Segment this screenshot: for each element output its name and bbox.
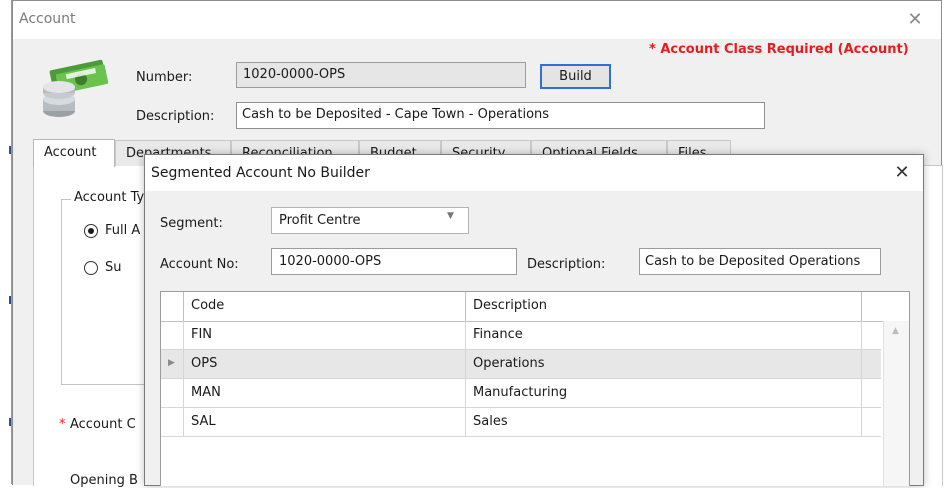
account-titlebar: Account ✕ <box>13 1 941 39</box>
close-icon[interactable]: ✕ <box>903 8 927 32</box>
column-header-description[interactable]: Description <box>466 292 862 321</box>
segment-select[interactable]: Profit Centre <box>271 207 469 234</box>
account-no-field[interactable]: 1020-0000-OPS <box>271 248 517 275</box>
segment-label: Segment: <box>160 216 223 231</box>
required-marker: * <box>59 417 66 432</box>
edge-marker <box>9 418 11 426</box>
description-cell[interactable]: Manufacturing <box>466 379 862 407</box>
row-indicator <box>161 379 184 407</box>
sub-account-radio[interactable] <box>84 261 98 275</box>
header-indicator-cell <box>161 292 184 321</box>
column-header-code[interactable]: Code <box>184 292 466 321</box>
money-icon <box>43 59 109 117</box>
dialog-titlebar: Segmented Account No Builder ✕ <box>145 155 923 191</box>
tab-account[interactable]: Account <box>33 139 115 167</box>
window-title: Account <box>19 11 76 27</box>
full-account-radio[interactable] <box>84 224 98 238</box>
number-field[interactable]: 1020-0000-OPS <box>236 62 526 88</box>
grid-header: Code Description <box>161 292 909 322</box>
table-row[interactable]: ▶ OPS Operations <box>161 350 881 379</box>
dialog-title: Segmented Account No Builder <box>151 165 370 181</box>
account-class-label: Account C <box>70 417 136 432</box>
code-cell[interactable]: MAN <box>184 379 466 407</box>
segment-grid: Code Description FIN Finance ▶ OPS Opera… <box>160 291 910 486</box>
code-cell[interactable]: SAL <box>184 408 466 436</box>
segment-builder-dialog: Segmented Account No Builder ✕ Segment: … <box>144 154 924 486</box>
chevron-down-icon[interactable]: ▼ <box>447 211 454 221</box>
table-row[interactable]: FIN Finance <box>161 321 881 350</box>
sub-account-label: Su <box>105 260 122 275</box>
build-button[interactable]: Build <box>540 64 611 89</box>
table-row[interactable]: SAL Sales <box>161 408 881 437</box>
current-row-icon: ▶ <box>168 358 175 368</box>
row-indicator: ▶ <box>161 350 184 378</box>
description-cell[interactable]: Finance <box>466 321 862 349</box>
background-window-edge <box>0 0 12 484</box>
number-label: Number: <box>136 70 193 85</box>
code-cell[interactable]: OPS <box>184 350 466 378</box>
dialog-description-field[interactable]: Cash to be Deposited Operations <box>639 248 881 275</box>
close-icon[interactable]: ✕ <box>890 161 914 185</box>
grid-scrollbar[interactable]: ▲ <box>883 321 909 486</box>
description-label: Description: <box>136 109 215 124</box>
dialog-description-label: Description: <box>527 257 606 272</box>
description-cell[interactable]: Sales <box>466 408 862 436</box>
full-account-label: Full A <box>105 223 141 238</box>
opening-balance-label: Opening B <box>70 473 138 488</box>
row-indicator <box>161 408 184 436</box>
row-indicator <box>161 321 184 349</box>
code-cell[interactable]: FIN <box>184 321 466 349</box>
account-class-warning: * Account Class Required (Account) <box>649 42 909 57</box>
description-cell[interactable]: Operations <box>466 350 862 378</box>
scroll-up-icon[interactable]: ▲ <box>892 326 899 336</box>
edge-marker <box>9 146 11 154</box>
edge-marker <box>9 296 11 304</box>
account-type-legend: Account Ty <box>71 190 148 205</box>
table-row[interactable]: MAN Manufacturing <box>161 379 881 408</box>
description-field[interactable]: Cash to be Deposited - Cape Town - Opera… <box>236 102 765 129</box>
account-no-label: Account No: <box>160 257 239 272</box>
